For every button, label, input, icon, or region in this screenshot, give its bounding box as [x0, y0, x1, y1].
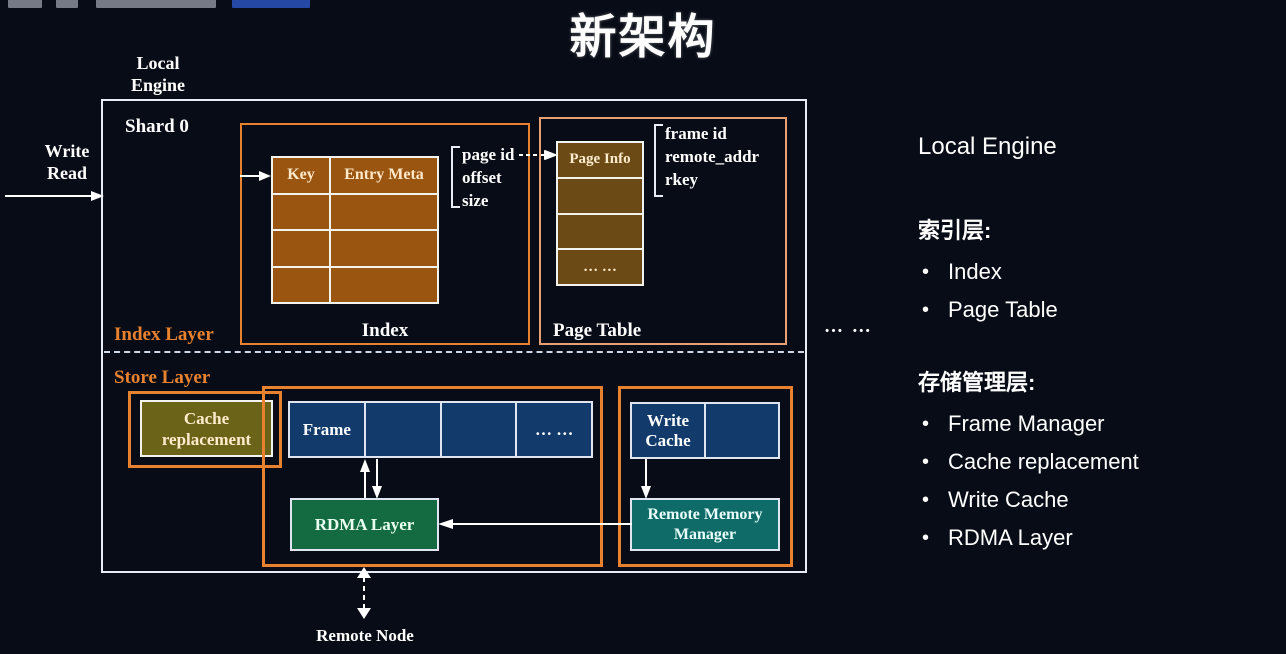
table-row: [273, 194, 437, 231]
index-layer-label: Index Layer: [114, 324, 214, 345]
index-cell-key: [273, 267, 331, 302]
local-engine-caption-line2: Engine: [130, 75, 186, 95]
legend-section2-list: Frame Manager Cache replacement Write Ca…: [918, 405, 1268, 557]
write-cache-array: Write Cache: [630, 402, 780, 459]
remote-memory-manager-label: Remote Memory Manager: [647, 505, 762, 545]
page-info-fields: frame id remote_addr rkey: [665, 122, 759, 191]
entry-meta-field-page-id: page id: [462, 145, 515, 164]
index-cell-key: [273, 231, 331, 266]
frame-to-rdma-arrow-icon: [372, 459, 382, 499]
page-info-field-remote-addr: remote_addr: [665, 147, 760, 166]
read-label: Read: [47, 163, 87, 183]
rdma-layer-box: RDMA Layer: [290, 498, 439, 551]
rmm-to-rdma-arrow-icon: [438, 519, 632, 529]
cache-replacement-label: Cache replacement: [162, 408, 251, 450]
frame-cell: [441, 403, 518, 456]
remote-node-bidirectional-arrow-icon: [357, 567, 371, 619]
io-flow-labels: Write Read: [22, 140, 112, 184]
local-engine-caption: Local Engine: [112, 52, 204, 96]
entry-meta-fields: page id offset size: [462, 143, 514, 212]
frame-cell: Frame: [290, 403, 366, 456]
write-label: Write: [44, 141, 90, 161]
list-item: Page Table: [918, 291, 1268, 329]
table-row: [558, 214, 642, 251]
index-col-entry-meta: Entry Meta: [331, 158, 437, 193]
list-item: Write Cache: [918, 481, 1268, 519]
cache-replacement-line2: replacement: [161, 429, 252, 449]
frame-cell: … …: [517, 403, 591, 456]
frame-array: Frame … …: [288, 401, 593, 458]
list-item: Frame Manager: [918, 405, 1268, 443]
inbound-flow-arrow-icon: [5, 191, 104, 201]
local-engine-caption-line1: Local: [136, 53, 180, 73]
write-cache-to-rmm-arrow-icon: [641, 459, 651, 499]
legend-section1-list: Index Page Table: [918, 253, 1268, 329]
index-inbound-arrow-icon: [240, 171, 271, 181]
store-layer-label: Store Layer: [114, 367, 211, 388]
page-info-field-rkey: rkey: [665, 170, 699, 189]
cache-replacement-box: Cache replacement: [140, 400, 273, 457]
list-item: Cache replacement: [918, 443, 1268, 481]
legend-section1-title: 索引层:: [918, 218, 992, 243]
remote-memory-manager-box: Remote Memory Manager: [630, 498, 780, 551]
write-cache-cell: [706, 404, 778, 457]
legend-spacer: [918, 329, 1268, 365]
rdma-to-frame-arrow-icon: [360, 459, 370, 499]
write-cache-cell-label: Write Cache: [632, 404, 706, 457]
page-info-bracket-icon: [654, 124, 663, 197]
entry-meta-field-offset: offset: [462, 168, 502, 187]
list-item: Index: [918, 253, 1268, 291]
page-info-field-frame-id: frame id: [665, 124, 727, 143]
rmm-line1: Remote Memory: [647, 505, 763, 523]
rmm-line2: Manager: [673, 525, 737, 543]
table-row: … …: [558, 250, 642, 284]
shard-label: Shard 0: [125, 116, 189, 137]
entry-meta-bracket-icon: [451, 146, 460, 208]
legend-heading: Local Engine: [918, 133, 1057, 160]
index-table: Key Entry Meta: [271, 156, 439, 304]
write-cache-line2: Cache: [645, 430, 691, 450]
layer-divider: [104, 351, 804, 353]
remote-node-label: Remote Node: [316, 626, 414, 645]
table-row: [558, 178, 642, 215]
page-table-caption: Page Table: [553, 320, 642, 341]
legend-section2-title: 存储管理层:: [918, 370, 1036, 395]
table-row: Key Entry Meta: [273, 158, 437, 195]
index-col-key: Key: [273, 158, 331, 193]
index-cell-meta: [331, 194, 437, 229]
index-cell-meta: [331, 231, 437, 266]
write-cache-line1: Write: [646, 410, 690, 430]
list-item: RDMA Layer: [918, 519, 1268, 557]
cache-replacement-line1: Cache: [183, 408, 230, 428]
frame-cell: [365, 403, 442, 456]
index-cell-meta: [331, 267, 437, 302]
index-cell-key: [273, 194, 331, 229]
write-cache-label: Write Cache: [645, 411, 690, 451]
legend-panel: Local Engine 索引层: Index Page Table 存储管理层…: [918, 133, 1268, 557]
table-row: Page Info: [558, 143, 642, 179]
page-table-table: Page Info … …: [556, 141, 644, 286]
table-row: [273, 267, 437, 302]
shard-ellipsis: … …: [824, 316, 873, 337]
index-caption: Index: [361, 320, 409, 341]
table-row: [273, 231, 437, 268]
page-table-inbound-arrow-icon: [544, 150, 557, 160]
entry-meta-field-size: size: [462, 191, 489, 210]
